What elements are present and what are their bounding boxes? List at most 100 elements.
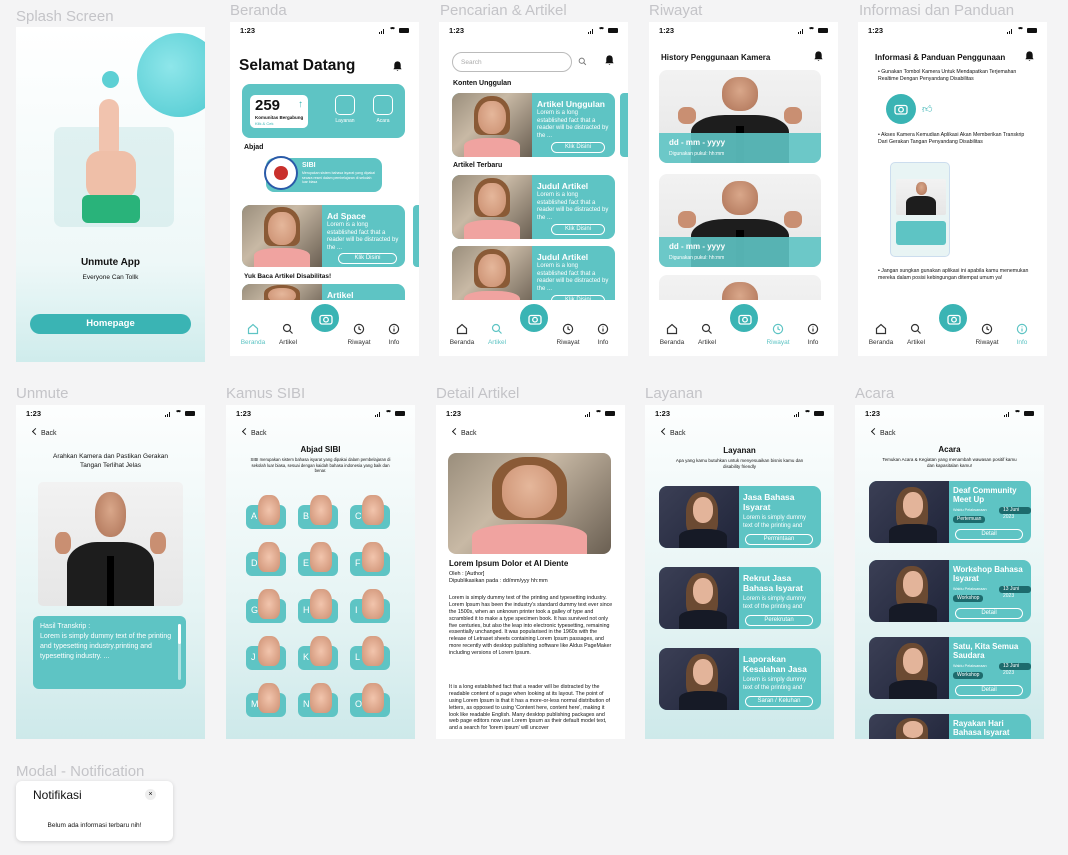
search-input[interactable]: Search: [452, 52, 572, 72]
beranda-screen: 1:23 Selamat Datang 259 ↑ Komunitas Berg…: [230, 22, 419, 356]
clock-icon: [981, 323, 993, 335]
back-button[interactable]: Back: [451, 427, 477, 437]
event-card[interactable]: Workshop Bahasa Isyarat Waktu Pelaksanaa…: [869, 560, 1031, 622]
bottom-nav: Beranda Artikel Riwayat Info: [858, 300, 1047, 356]
nav-beranda[interactable]: Beranda: [866, 323, 896, 346]
ad-card[interactable]: Ad Space Lorem is a long established fac…: [242, 205, 405, 267]
back-button[interactable]: Back: [31, 427, 57, 437]
featured-article-card[interactable]: Artikel Unggulan Lorem is a long establi…: [452, 93, 615, 157]
label-kamus: Kamus SIBI: [226, 385, 306, 402]
letter-d[interactable]: D: [246, 542, 286, 576]
nav-riwayat[interactable]: Riwayat: [344, 323, 374, 346]
nav-artikel[interactable]: Artikel: [692, 323, 722, 346]
service-button[interactable]: Permintaan: [745, 534, 813, 545]
back-button[interactable]: Back: [241, 427, 267, 437]
riwayat-screen: 1:23 History Penggunaan Kamera dd - mm -…: [649, 22, 838, 356]
article-title: Lorem Ipsum Dolor et Al Diente: [449, 559, 569, 568]
nav-beranda[interactable]: Beranda: [447, 323, 477, 346]
service-card[interactable]: Jasa Bahasa Isyarat Lorem is simply dumm…: [659, 486, 821, 548]
nav-riwayat[interactable]: Riwayat: [763, 323, 793, 346]
read-button[interactable]: Klik Disini: [551, 224, 605, 235]
service-button[interactable]: Perekrutan: [745, 615, 813, 626]
letter-c[interactable]: C: [350, 495, 390, 529]
detail-button[interactable]: Detail: [955, 685, 1023, 696]
detail-button[interactable]: Detail: [955, 529, 1023, 540]
letter-m[interactable]: M: [246, 683, 286, 717]
letter-g[interactable]: G: [246, 589, 286, 623]
bell-icon[interactable]: [1024, 50, 1035, 62]
nav-riwayat[interactable]: Riwayat: [972, 323, 1002, 346]
letter-j[interactable]: J: [246, 636, 286, 670]
event-card[interactable]: Deaf Community Meet Up Waktu Pelaksanaan…: [869, 481, 1031, 543]
close-icon[interactable]: ×: [145, 789, 156, 800]
camera-button[interactable]: [308, 302, 341, 334]
bell-icon[interactable]: [813, 50, 824, 62]
service-card[interactable]: Laporakan Kesalahan Jasa Lorem is simply…: [659, 648, 821, 710]
letter-n[interactable]: N: [298, 683, 338, 717]
bell-icon[interactable]: [392, 60, 403, 72]
instruction: Arahkan Kamera dan Pastikan Gerakan Tang…: [53, 453, 168, 470]
camera-button[interactable]: [936, 302, 969, 334]
letter-label: C: [355, 511, 362, 521]
home-icon: [875, 323, 887, 335]
letter-i[interactable]: I: [350, 589, 390, 623]
letter-h[interactable]: H: [298, 589, 338, 623]
history-item[interactable]: dd - mm - yyyy Digunakan pukul: hh:mm: [659, 70, 821, 163]
article-card[interactable]: Judul Artikel Lorem is a long establishe…: [452, 175, 615, 239]
homepage-button[interactable]: Homepage: [30, 314, 191, 334]
acara-screen: 1:23 Back Acara Temukan Acara & Kegiatan…: [855, 405, 1044, 739]
search-icon: [282, 323, 293, 334]
info-icon: [1016, 323, 1028, 335]
acara-shortcut[interactable]: Acara: [368, 95, 398, 124]
hand-sign-icon: [310, 683, 332, 713]
nav-info[interactable]: Info: [588, 323, 618, 346]
label-info: Informasi dan Panduan: [859, 2, 1015, 19]
clock-icon: [353, 323, 365, 335]
nav-info[interactable]: Info: [1007, 323, 1037, 346]
nav-artikel[interactable]: Artikel: [482, 323, 512, 346]
layanan-shortcut[interactable]: Layanan: [330, 95, 360, 124]
letter-f[interactable]: F: [350, 542, 390, 576]
letter-label: N: [303, 699, 310, 709]
letter-b[interactable]: B: [298, 495, 338, 529]
nav-info[interactable]: Info: [379, 323, 409, 346]
nav-info[interactable]: Info: [798, 323, 828, 346]
ad-button[interactable]: Klik Disini: [338, 253, 397, 264]
app-tagline: Everyone Can Tollk: [82, 274, 139, 281]
letter-e[interactable]: E: [298, 542, 338, 576]
letter-l[interactable]: L: [350, 636, 390, 670]
community-count[interactable]: 259 ↑ Komunitas Bergabung Klik & Cek: [250, 95, 308, 128]
bell-icon[interactable]: [604, 54, 615, 66]
article-date: Dipublikasikan pada : dd/mm/yyy hh:mm: [449, 578, 548, 584]
letter-label: H: [303, 605, 310, 615]
nav-artikel[interactable]: Artikel: [901, 323, 931, 346]
event-card[interactable]: Rayakan Hari Bahasa Isyarat: [869, 714, 1031, 739]
event-card[interactable]: Satu, Kita Semua Saudara Waktu Pelaksana…: [869, 637, 1031, 699]
page-title: History Penggunaan Kamera: [661, 53, 771, 62]
nav-beranda[interactable]: Beranda: [657, 323, 687, 346]
camera-button[interactable]: [517, 302, 550, 334]
hand-sign-icon: [362, 589, 384, 619]
read-button[interactable]: Klik Disini: [551, 142, 605, 153]
service-button[interactable]: Saran / Keluhan: [745, 696, 813, 707]
history-item[interactable]: dd - mm - yyyy Digunakan pukul: hh:mm: [659, 174, 821, 267]
letter-o[interactable]: O: [350, 683, 390, 717]
nav-riwayat[interactable]: Riwayat: [553, 323, 583, 346]
letter-a[interactable]: A: [246, 495, 286, 529]
search-icon[interactable]: [578, 57, 587, 66]
scrollbar[interactable]: [178, 624, 181, 680]
back-button[interactable]: Back: [870, 427, 896, 437]
detail-screen: 1:23 Back Lorem Ipsum Dolor et Al Diente…: [436, 405, 625, 739]
hand-sign-icon: [310, 589, 332, 619]
letter-k[interactable]: K: [298, 636, 338, 670]
service-card[interactable]: Rekrut Jasa Bahasa Isyarat Lorem is simp…: [659, 567, 821, 629]
camera-button[interactable]: [727, 302, 760, 334]
detail-button[interactable]: Detail: [955, 608, 1023, 619]
article-body-2: It is a long established fact that a rea…: [449, 684, 611, 732]
back-button[interactable]: Back: [660, 427, 686, 437]
hand-sign-icon: [258, 683, 280, 713]
letter-label: F: [355, 558, 361, 568]
status-bar: 1:23: [446, 409, 615, 419]
nav-beranda[interactable]: Beranda: [238, 323, 268, 346]
nav-artikel[interactable]: Artikel: [273, 323, 303, 346]
